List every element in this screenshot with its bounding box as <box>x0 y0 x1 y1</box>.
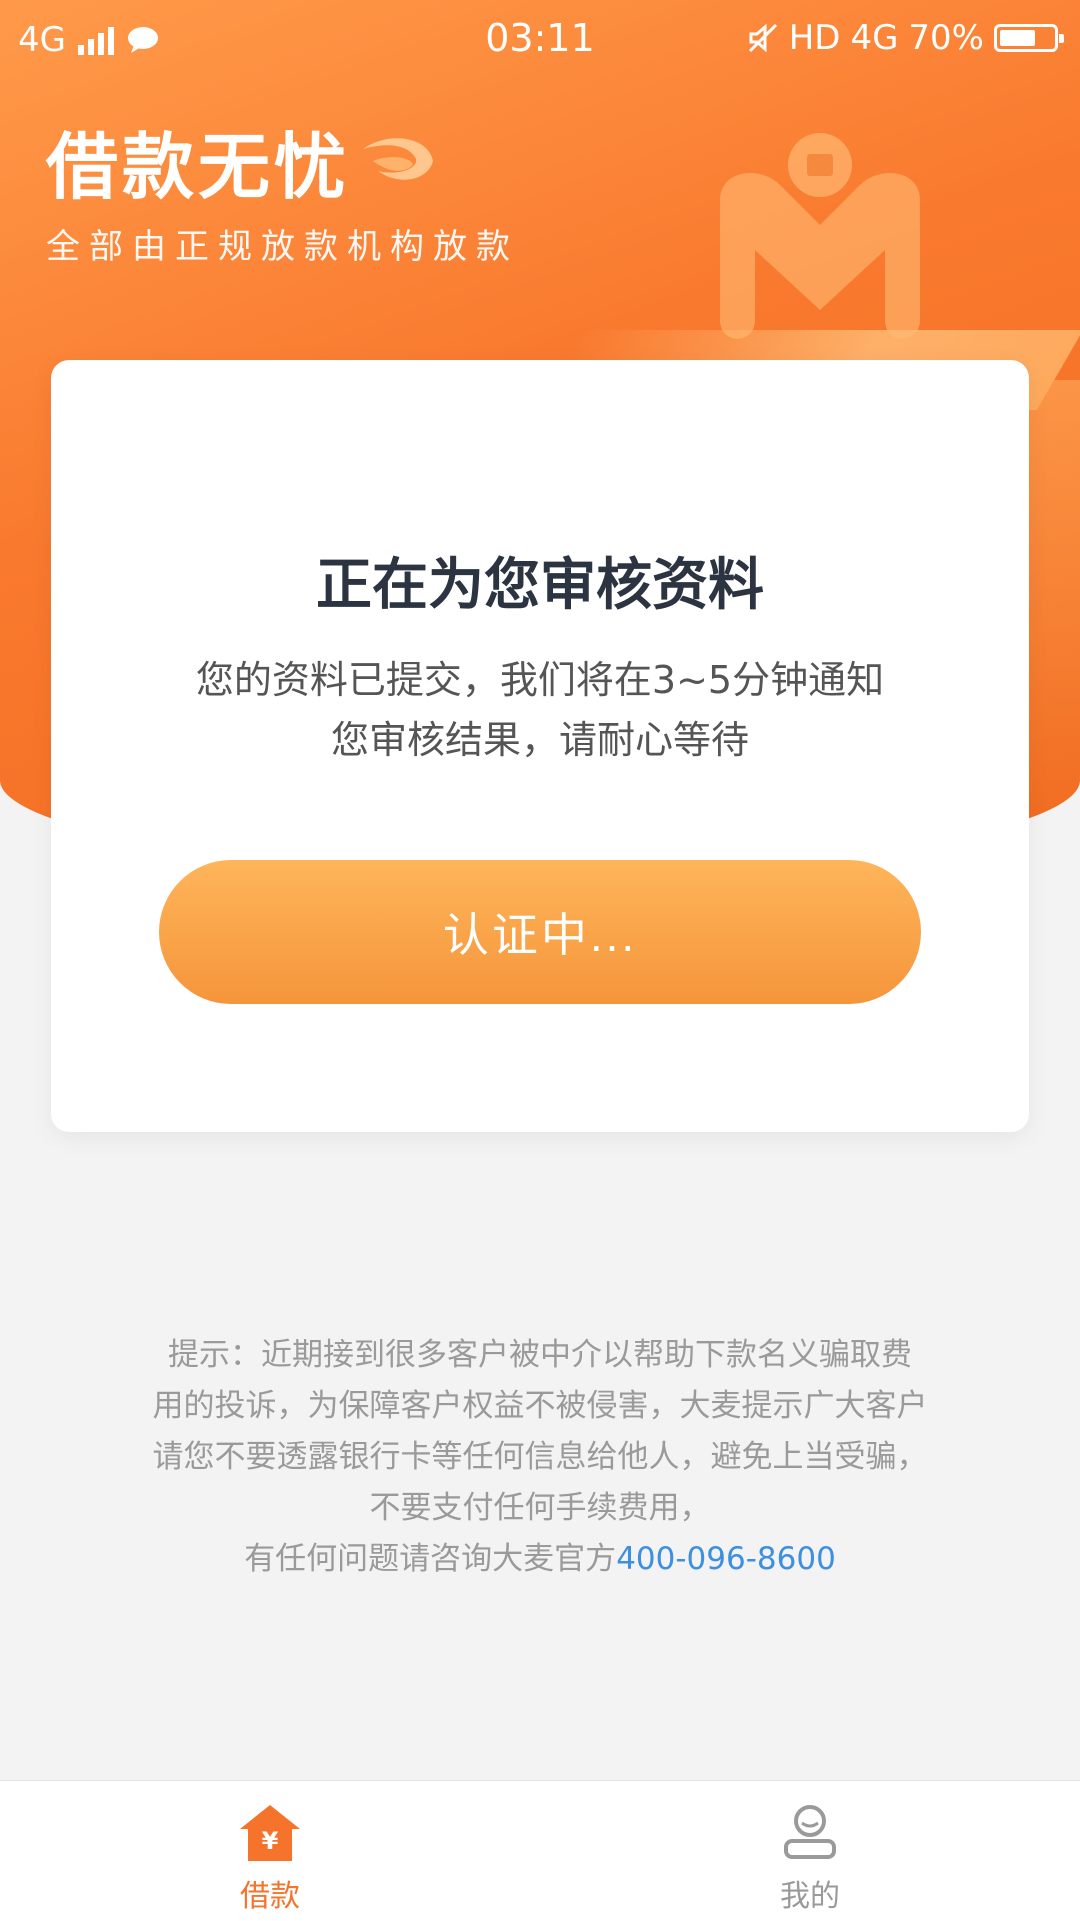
tab-loan[interactable]: ¥ 借款 <box>0 1781 540 1921</box>
profile-icon <box>784 1805 836 1859</box>
review-desc-line-2: 您审核结果，请耐心等待 <box>330 718 749 762</box>
notice-line-5: 有任何问题请咨询大麦官方400-096-8600 <box>90 1534 990 1585</box>
network-type-right: 4G <box>850 18 899 58</box>
review-desc-line-1: 您的资料已提交，我们将在3~5分钟通知 <box>195 658 885 702</box>
hotline-phone-link[interactable]: 400-096-8600 <box>616 1541 836 1577</box>
tab-mine[interactable]: 我的 <box>540 1781 1080 1921</box>
review-title: 正在为您审核资料 <box>316 553 764 618</box>
loan-home-icon: ¥ <box>240 1805 300 1861</box>
slogan: 全部由正规放款机构放款 <box>46 227 519 267</box>
app-logo: 借款无忧 <box>46 108 519 213</box>
ribbon-icon <box>363 137 434 180</box>
tab-loan-label: 借款 <box>240 1879 300 1914</box>
mute-icon <box>748 23 777 53</box>
notice-line-3: 请您不要透露银行卡等任何信息给他人，避免上当受骗， <box>152 1439 928 1475</box>
svg-text:¥: ¥ <box>262 1827 279 1855</box>
review-description: 您的资料已提交，我们将在3~5分钟通知 您审核结果，请耐心等待 <box>51 650 1029 770</box>
review-status-card: 正在为您审核资料 您的资料已提交，我们将在3~5分钟通知 您审核结果，请耐心等待… <box>51 360 1029 1132</box>
decor-pillar <box>1020 380 1080 830</box>
brand-block: 借款无忧 全部由正规放款机构放款 <box>46 108 519 268</box>
verifying-button[interactable]: 认证中... <box>159 860 921 1004</box>
battery-percent: 70% <box>908 18 984 58</box>
notice-line-2: 用的投诉，为保障客户权益不被侵害，大麦提示广大客户 <box>152 1388 928 1424</box>
notice-line-1: 提示：近期接到很多客户被中介以帮助下款名义骗取费 <box>168 1337 912 1373</box>
battery-icon <box>994 24 1064 52</box>
status-bar: 4G 03:11 HD 4G 70% <box>0 0 1080 78</box>
notice-line-4: 不要支付任何手续费用， <box>369 1490 711 1526</box>
brand-m-logo-icon <box>720 133 920 339</box>
notice-contact-prefix: 有任何问题请咨询大麦官方 <box>244 1541 617 1577</box>
app-name: 借款无忧 <box>46 125 351 209</box>
hd-label: HD <box>788 18 841 58</box>
bottom-tab-bar: ¥ 借款 我的 <box>0 1780 1080 1921</box>
fraud-warning-notice: 提示：近期接到很多客户被中介以帮助下款名义骗取费 用的投诉，为保障客户权益不被侵… <box>90 1330 990 1585</box>
tab-mine-label: 我的 <box>780 1879 840 1914</box>
